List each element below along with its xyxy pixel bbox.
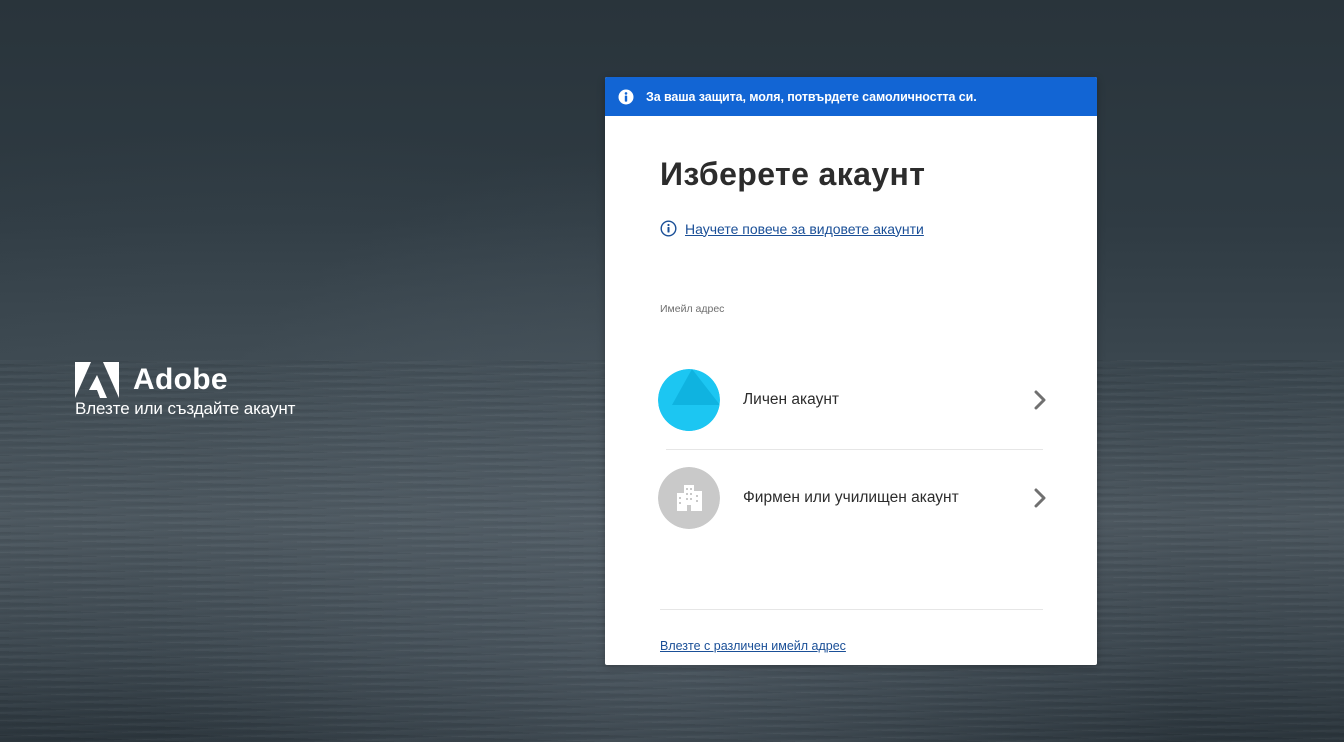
divider bbox=[666, 449, 1043, 450]
brand-row: Adobe bbox=[75, 362, 295, 398]
info-outline-icon bbox=[660, 220, 677, 237]
company-account-option[interactable]: Фирмен или училищен акаунт bbox=[658, 466, 1050, 530]
page-title: Изберете акаунт bbox=[660, 156, 926, 192]
brand-name: Adobe bbox=[133, 363, 228, 396]
divider bbox=[660, 609, 1043, 610]
adobe-logo-icon bbox=[75, 362, 119, 398]
banner-text: За ваша защита, моля, потвърдете самолич… bbox=[646, 89, 977, 104]
info-icon bbox=[618, 89, 634, 104]
personal-avatar-icon bbox=[658, 369, 720, 431]
security-banner: За ваша защита, моля, потвърдете самолич… bbox=[605, 77, 1097, 116]
chevron-right-icon bbox=[1034, 390, 1046, 410]
company-account-label: Фирмен или училищен акаунт bbox=[743, 489, 959, 506]
personal-account-label: Личен акаунт bbox=[743, 391, 839, 408]
different-email-link[interactable]: Влезте с различен имейл адрес bbox=[660, 639, 846, 653]
learn-more-link[interactable]: Научете повече за видовете акаунти bbox=[660, 220, 924, 237]
chevron-right-icon bbox=[1034, 488, 1046, 508]
learn-more-text[interactable]: Научете повече за видовете акаунти bbox=[685, 221, 924, 237]
personal-account-option[interactable]: Личен акаунт bbox=[658, 368, 1050, 432]
building-icon bbox=[658, 467, 720, 529]
email-label: Имейл адрес bbox=[660, 303, 725, 315]
account-chooser-card: За ваша защита, моля, потвърдете самолич… bbox=[605, 77, 1097, 665]
brand-tagline: Влезте или създайте акаунт bbox=[75, 399, 296, 418]
brand-block: Adobe Влезте или създайте акаунт bbox=[75, 362, 295, 419]
